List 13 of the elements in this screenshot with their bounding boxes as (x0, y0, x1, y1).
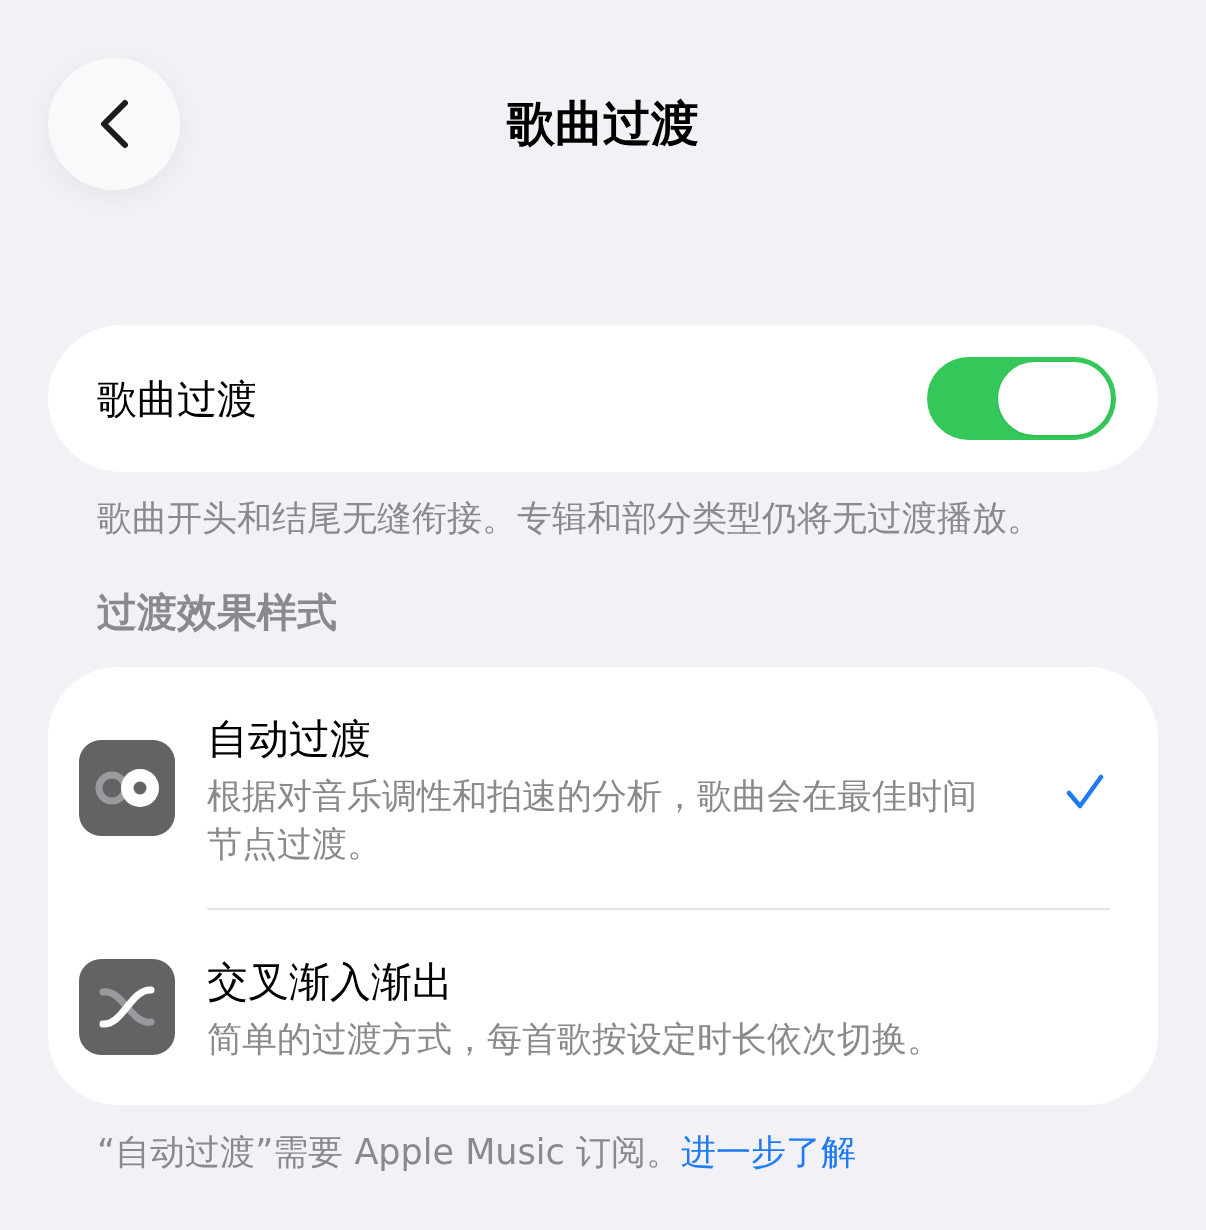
two-circles-icon (79, 739, 175, 836)
crossing-curves-icon (79, 958, 175, 1055)
section-header: 过渡效果样式 (96, 588, 338, 636)
learn-more-link[interactable]: 进一步了解 (680, 1132, 856, 1172)
page-title: 歌曲过渡 (505, 95, 700, 153)
option-title[interactable]: 自动过渡 (207, 715, 997, 763)
option-description: 根据对音乐调性和拍速的分析，歌曲会在最佳时间节点过渡。 (207, 775, 978, 866)
note-text: “自动过渡”需要 Apple Music 订阅。进一步了解 (96, 1131, 857, 1174)
option-title[interactable]: 交叉渐入渐出 (207, 958, 997, 1006)
back-chevron-icon (98, 99, 130, 149)
option-description: 简单的过渡方式，每首歌按设定时长依次切换。 (207, 1018, 943, 1061)
setting-label: 歌曲过渡 (97, 374, 257, 423)
footer-text: 歌曲开头和结尾无缝衔接。专辑和部分类型仍将无过渡播放。 (96, 497, 1043, 540)
